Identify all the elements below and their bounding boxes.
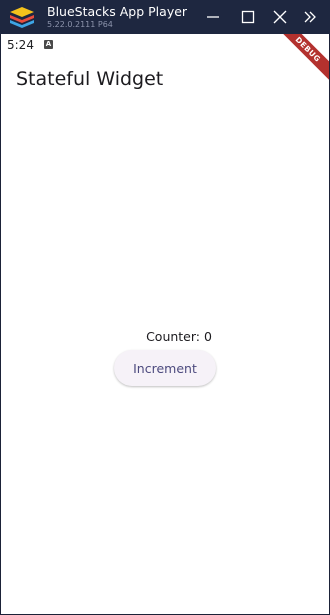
bluestacks-logo-icon	[10, 7, 34, 28]
minimize-button[interactable]	[202, 6, 224, 28]
close-button[interactable]	[269, 6, 291, 28]
increment-button[interactable]: Increment	[114, 350, 216, 386]
maximize-icon	[241, 10, 255, 24]
window-titlebar: BlueStacks App Player 5.22.0.2111 P64	[0, 0, 330, 34]
close-icon	[273, 10, 287, 24]
android-screen: 5:24 A DEBUG Stateful Widget Counter: 0 …	[1, 34, 329, 614]
keyboard-a-icon: A	[44, 40, 53, 49]
window-version: 5.22.0.2111 P64	[47, 20, 113, 29]
status-bar: 5:24 A	[1, 34, 329, 56]
window-title: BlueStacks App Player	[47, 4, 188, 19]
maximize-button[interactable]	[237, 6, 259, 28]
counter-label: Counter: 0	[146, 329, 212, 344]
expand-sidebar-button[interactable]	[299, 6, 321, 28]
page-title: Stateful Widget	[16, 68, 164, 90]
status-time: 5:24	[7, 38, 34, 52]
expand-sidebar-icon	[304, 11, 316, 23]
minimize-icon	[207, 16, 219, 18]
